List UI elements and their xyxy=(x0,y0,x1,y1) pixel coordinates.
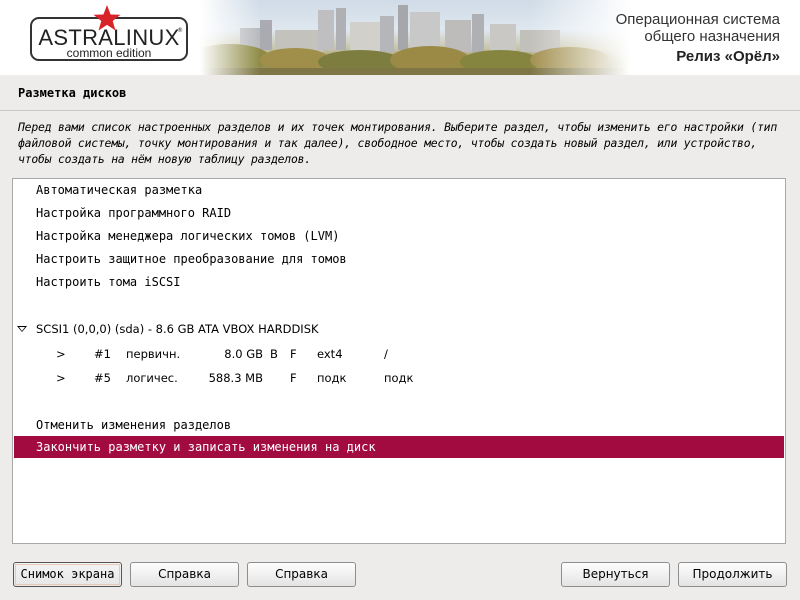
partition-bootable-flag: B xyxy=(270,347,278,361)
continue-button[interactable]: Продолжить xyxy=(678,562,787,587)
os-title-line1: Операционная система xyxy=(615,11,780,28)
back-button-label: Вернуться xyxy=(582,567,649,581)
list-item-crypto[interactable]: Настроить защитное преобразование для то… xyxy=(14,248,784,270)
partition-list[interactable]: Автоматическая разметка Настройка програ… xyxy=(12,178,786,544)
partition-row-1[interactable]: > #1 первичн. 8.0 GB B F ext4 / xyxy=(14,343,784,365)
disk-row-sda[interactable]: SCSI1 (0,0,0) (sda) - 8.6 GB ATA VBOX HA… xyxy=(14,318,784,340)
partition-filesystem: ext4 xyxy=(317,347,343,361)
list-item-lvm[interactable]: Настройка менеджера логических томов (LV… xyxy=(14,225,784,247)
back-button[interactable]: Вернуться xyxy=(561,562,670,587)
partition-format-flag: F xyxy=(290,347,297,361)
divider xyxy=(0,110,800,111)
logo-registered-mark: ® xyxy=(177,27,183,34)
photo-fade-left xyxy=(200,0,260,75)
os-title-line2: общего назначения xyxy=(644,28,780,45)
partition-filesystem: подк xyxy=(317,371,347,385)
logo-area: ASTRALINUX ® common edition xyxy=(0,0,215,75)
screenshot-button[interactable]: Снимок экрана xyxy=(13,562,122,587)
list-item-label: Настройка менеджера логических томов (LV… xyxy=(36,229,340,243)
list-item-label: Отменить изменения разделов xyxy=(36,418,232,432)
star-icon xyxy=(93,5,121,31)
expand-triangle-icon[interactable] xyxy=(17,326,27,332)
release-name: Релиз «Орёл» xyxy=(676,48,780,65)
help-button-1[interactable]: Справка xyxy=(130,562,239,587)
os-title: Операционная система общего назначения Р… xyxy=(616,11,780,65)
help-button-label: Справка xyxy=(275,567,328,581)
list-item-label: Автоматическая разметка xyxy=(36,183,203,197)
list-item-label: Настроить защитное преобразование для то… xyxy=(36,252,347,266)
list-item-raid[interactable]: Настройка программного RAID xyxy=(14,202,784,224)
partition-mountpoint: / xyxy=(384,347,388,361)
list-item-label: Настройка программного RAID xyxy=(36,206,232,220)
partition-mountpoint: подк xyxy=(384,371,414,385)
list-item-undo-changes[interactable]: Отменить изменения разделов xyxy=(14,414,784,436)
disk-label: SCSI1 (0,0,0) (sda) - 8.6 GB ATA VBOX HA… xyxy=(36,322,319,336)
help-button-2[interactable]: Справка xyxy=(247,562,356,587)
partition-size: 8.0 GB xyxy=(224,347,263,361)
screenshot-button-label: Снимок экрана xyxy=(20,567,115,581)
partition-format-flag: F xyxy=(290,371,297,385)
help-button-label: Справка xyxy=(158,567,211,581)
list-item-label: Настроить тома iSCSI xyxy=(36,275,181,289)
list-item-auto-partition[interactable]: Автоматическая разметка xyxy=(14,179,784,201)
logo-subtitle: common edition xyxy=(66,46,152,60)
list-item-iscsi[interactable]: Настроить тома iSCSI xyxy=(14,271,784,293)
list-item-label: Закончить разметку и записать изменения … xyxy=(36,440,376,454)
page-title: Разметка дисков xyxy=(18,86,127,100)
partition-size: 588.3 MB xyxy=(208,371,263,385)
partition-row-5[interactable]: > #5 логичес. 588.3 MB F подк подк xyxy=(14,367,784,389)
header-banner: ASTRALINUX ® common edition Операционная… xyxy=(0,0,800,75)
list-item-finish-partitioning[interactable]: Закончить разметку и записать изменения … xyxy=(14,436,784,458)
continue-button-label: Продолжить xyxy=(692,567,773,581)
page-description: Перед вами список настроенных разделов и… xyxy=(18,120,777,166)
